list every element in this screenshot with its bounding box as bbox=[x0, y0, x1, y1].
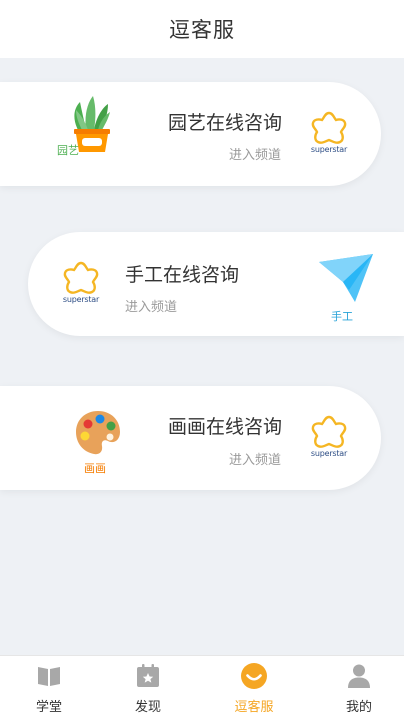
tab-label: 逗客服 bbox=[234, 700, 274, 715]
enter-channel-link[interactable]: 进入频道 bbox=[125, 296, 177, 315]
calendar-star-icon bbox=[137, 664, 159, 687]
superstar-logo: superstar bbox=[306, 110, 352, 160]
superstar-logo: superstar bbox=[58, 260, 104, 310]
superstar-logo-text: superstar bbox=[62, 295, 100, 304]
enter-channel-link[interactable]: 进入频道 bbox=[229, 144, 281, 163]
channel-card-gardening[interactable]: 园艺 园艺在线咨询 进入频道 superstar bbox=[0, 82, 381, 186]
tab-label: 学堂 bbox=[35, 700, 62, 715]
channel-title: 手工在线咨询 bbox=[125, 264, 240, 286]
enter-channel-link[interactable]: 进入频道 bbox=[229, 449, 281, 468]
flower-star-icon bbox=[311, 415, 347, 448]
smile-icon bbox=[241, 663, 267, 689]
bottom-tab-bar: 学堂 发现 逗客服 我的 bbox=[0, 655, 404, 721]
tab-service[interactable]: 逗客服 bbox=[219, 656, 289, 721]
paper-plane-icon bbox=[319, 254, 373, 302]
user-icon bbox=[348, 664, 370, 688]
book-icon bbox=[38, 667, 60, 686]
channel-card-painting[interactable]: 画画 画画在线咨询 进入频道 superstar bbox=[0, 386, 381, 490]
page-title: 逗客服 bbox=[169, 18, 235, 42]
tab-study[interactable]: 学堂 bbox=[14, 656, 84, 721]
superstar-logo-text: superstar bbox=[310, 449, 348, 458]
flower-star-icon bbox=[63, 261, 99, 294]
channel-title: 园艺在线咨询 bbox=[168, 112, 283, 134]
superstar-logo: superstar bbox=[306, 414, 352, 464]
tab-label: 发现 bbox=[134, 700, 161, 715]
gardening-badge: 园艺 bbox=[57, 144, 79, 157]
painting-badge: 画画 bbox=[84, 462, 106, 475]
header-bar: 逗客服 bbox=[0, 0, 404, 58]
superstar-logo-text: superstar bbox=[310, 145, 348, 154]
tab-discover[interactable]: 发现 bbox=[113, 656, 183, 721]
tab-label: 我的 bbox=[345, 700, 372, 715]
handcraft-badge: 手工 bbox=[331, 310, 353, 323]
channel-card-handcraft[interactable]: superstar 手工在线咨询 进入频道 手工 bbox=[28, 232, 404, 336]
tab-mine[interactable]: 我的 bbox=[324, 656, 394, 721]
channel-title: 画画在线咨询 bbox=[168, 416, 283, 438]
paint-palette-icon bbox=[76, 411, 120, 455]
flower-star-icon bbox=[311, 111, 347, 144]
